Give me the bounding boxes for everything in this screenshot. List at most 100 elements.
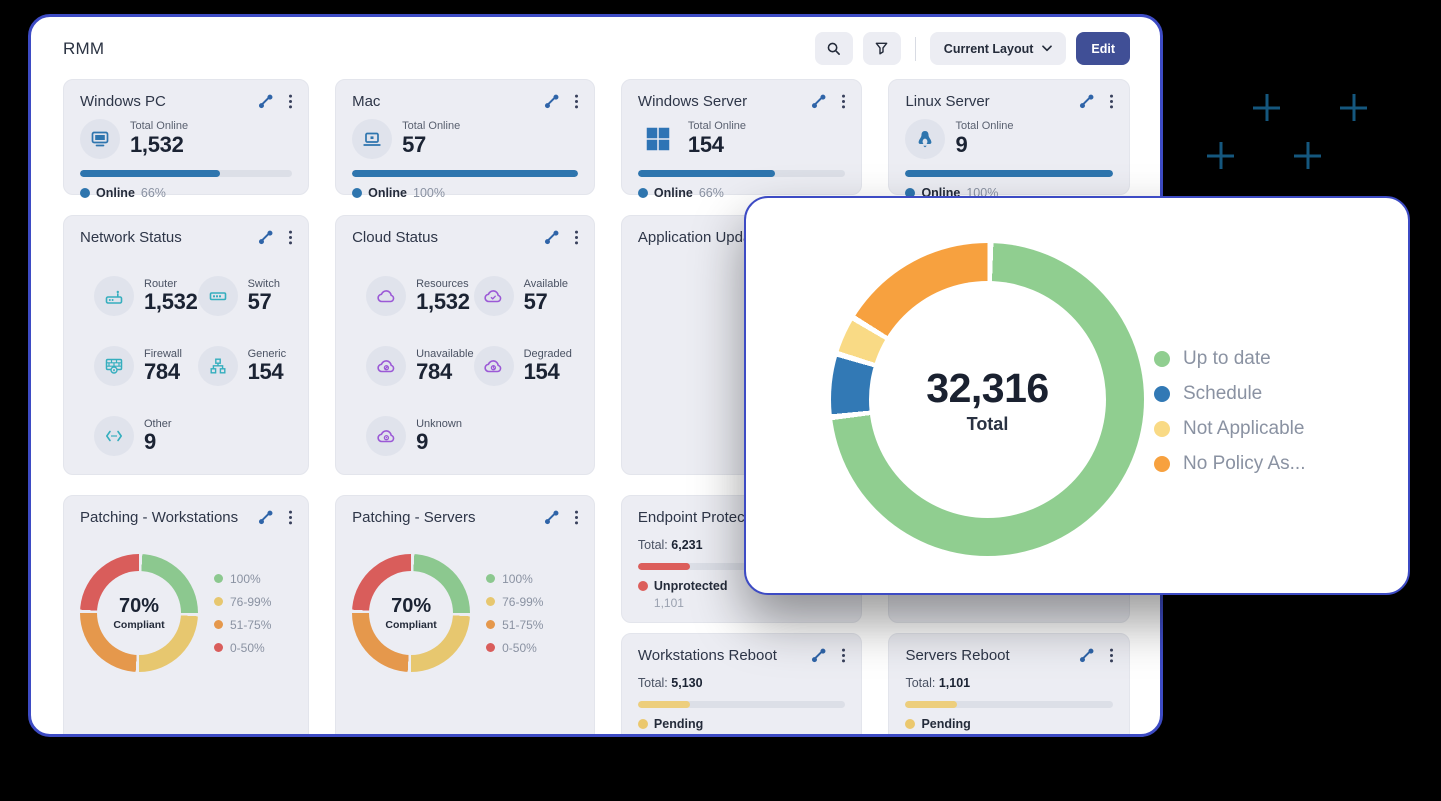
legend-dot xyxy=(214,574,223,583)
card-workstations-reboot: Workstations Reboot Total: 5,130 Pending… xyxy=(621,633,863,737)
current-layout-dropdown[interactable]: Current Layout xyxy=(930,32,1067,65)
dashboard-header: RMM Current Layout Edit xyxy=(31,17,1160,74)
more-options-icon[interactable] xyxy=(575,236,578,239)
card-title: Mac xyxy=(352,93,380,110)
legend-dot xyxy=(1154,386,1170,402)
expand-icon[interactable] xyxy=(813,650,824,661)
expand-icon[interactable] xyxy=(1081,650,1092,661)
card-mac: Mac Total Online 57 Online100% xyxy=(335,79,595,195)
decor-plus-icon xyxy=(1294,142,1321,169)
patch-status-donut-chart: 32,316 Total xyxy=(831,243,1144,556)
expand-icon[interactable] xyxy=(260,232,271,243)
network-item-firewall: Firewall784 xyxy=(94,346,198,386)
chevron-down-icon xyxy=(1042,45,1052,52)
card-windows-server: Windows Server Total Online 154 Online66… xyxy=(621,79,863,195)
cloud-unknown-icon xyxy=(366,416,406,456)
switch-icon xyxy=(198,276,238,316)
more-options-icon[interactable] xyxy=(289,100,292,103)
expand-icon[interactable] xyxy=(546,232,557,243)
windows-logo-icon xyxy=(638,119,678,159)
metric-value: 9 xyxy=(955,132,1013,157)
donut-total-value: 32,316 xyxy=(926,365,1048,412)
filter-button[interactable] xyxy=(863,32,901,65)
metric-label: Total Online xyxy=(402,120,460,132)
cloud-item-degraded: Degraded154 xyxy=(474,346,572,386)
card-title: Cloud Status xyxy=(352,229,438,246)
card-servers-reboot: Servers Reboot Total: 1,101 Pending 25% xyxy=(888,633,1130,737)
metric-label: Total Online xyxy=(130,120,188,132)
cloud-item-unknown: Unknown9 xyxy=(366,416,473,456)
card-patching-workstations: Patching - Workstations 70% Compliant 10… xyxy=(63,495,309,737)
donut-total-label: Total xyxy=(967,414,1009,435)
more-options-icon[interactable] xyxy=(1110,654,1113,657)
more-options-icon[interactable] xyxy=(289,516,292,519)
pending-status-dot xyxy=(905,719,915,729)
network-item-router: Router1,532 xyxy=(94,276,198,316)
metric-value: 154 xyxy=(688,132,746,157)
linux-penguin-icon xyxy=(905,119,945,159)
metric-label: Total Online xyxy=(955,120,1013,132)
page-title: RMM xyxy=(63,39,104,59)
search-icon xyxy=(826,41,841,56)
header-actions: Current Layout Edit xyxy=(815,32,1130,65)
online-status-dot xyxy=(80,188,90,198)
compliance-donut-chart: 70% Compliant xyxy=(352,554,470,672)
card-patching-servers: Patching - Servers 70% Compliant 100% 76… xyxy=(335,495,595,737)
card-title: Patching - Workstations xyxy=(80,509,238,526)
legend-dot xyxy=(486,597,495,606)
card-title: Workstations Reboot xyxy=(638,647,777,664)
metric-value: 57 xyxy=(402,132,460,157)
legend-dot xyxy=(214,620,223,629)
header-divider xyxy=(915,37,916,61)
more-options-icon[interactable] xyxy=(842,654,845,657)
expand-icon[interactable] xyxy=(546,96,557,107)
cloud-icon xyxy=(366,276,406,316)
donut-legend: 100% 76-99% 51-75% 0-50% xyxy=(214,572,271,655)
search-button[interactable] xyxy=(815,32,853,65)
expand-icon[interactable] xyxy=(546,512,557,523)
network-item-other: Other9 xyxy=(94,416,198,456)
more-options-icon[interactable] xyxy=(289,236,292,239)
online-progress-bar xyxy=(80,170,292,177)
filter-icon xyxy=(874,41,889,56)
online-status-dot xyxy=(638,188,648,198)
legend-dot xyxy=(486,574,495,583)
card-windows-pc: Windows PC Total Online 1,532 Online66% xyxy=(63,79,309,195)
pending-progress-bar xyxy=(905,701,1113,708)
card-title: Windows Server xyxy=(638,93,747,110)
online-progress-bar xyxy=(638,170,846,177)
card-title: Linux Server xyxy=(905,93,989,110)
legend-dot xyxy=(486,620,495,629)
more-options-icon[interactable] xyxy=(575,100,578,103)
cloud-item-unavailable: Unavailable784 xyxy=(366,346,473,386)
compliance-donut-chart: 70% Compliant xyxy=(80,554,198,672)
cloud-unavailable-icon xyxy=(366,346,406,386)
card-cloud-status: Cloud Status Resources1,532 Available57 xyxy=(335,215,595,475)
cloud-item-resources: Resources1,532 xyxy=(366,276,473,316)
router-icon xyxy=(94,276,134,316)
online-progress-bar xyxy=(352,170,578,177)
more-options-icon[interactable] xyxy=(575,516,578,519)
cloud-item-available: Available57 xyxy=(474,276,572,316)
laptop-icon xyxy=(352,119,392,159)
expand-icon[interactable] xyxy=(813,96,824,107)
cloud-degraded-icon xyxy=(474,346,514,386)
legend-dot xyxy=(214,643,223,652)
expand-icon[interactable] xyxy=(260,96,271,107)
donut-legend: Up to date Schedule Not Applicable No Po… xyxy=(1154,348,1306,475)
expand-icon[interactable] xyxy=(1081,96,1092,107)
decor-plus-icon xyxy=(1253,94,1280,121)
card-title: Network Status xyxy=(80,229,182,246)
card-network-status: Network Status Router1,532 Switch57 xyxy=(63,215,309,475)
expand-icon[interactable] xyxy=(260,512,271,523)
network-item-generic: Generic154 xyxy=(198,346,287,386)
legend-dot xyxy=(214,597,223,606)
unprotected-status-dot xyxy=(638,581,648,591)
more-options-icon[interactable] xyxy=(1110,100,1113,103)
card-title: Windows PC xyxy=(80,93,166,110)
legend-dot xyxy=(486,643,495,652)
edit-button[interactable]: Edit xyxy=(1076,32,1130,65)
more-options-icon[interactable] xyxy=(842,100,845,103)
online-status-dot xyxy=(352,188,362,198)
patch-status-overlay-card: 32,316 Total Up to date Schedule Not App… xyxy=(744,196,1410,595)
